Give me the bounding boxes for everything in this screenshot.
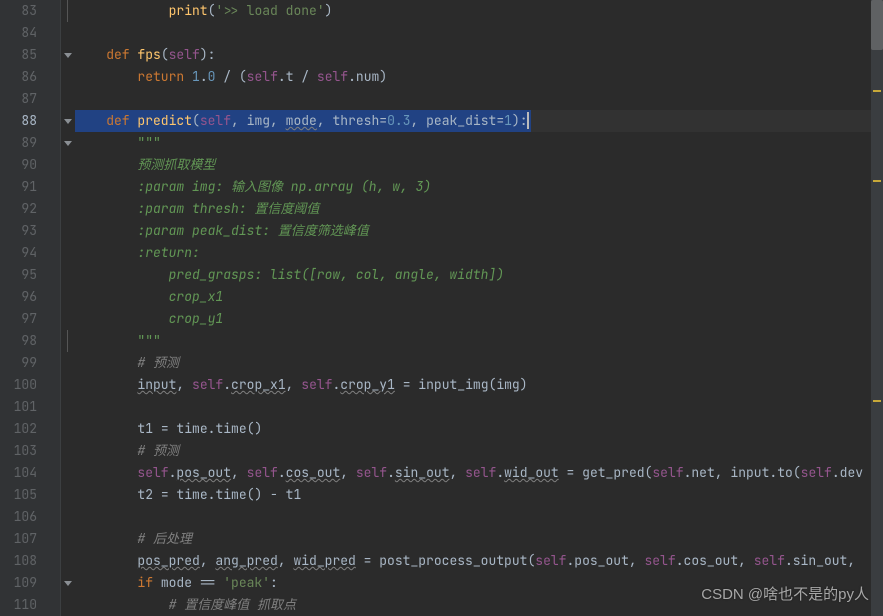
line-number: 109 xyxy=(0,572,37,594)
line-number: 106 xyxy=(0,506,37,528)
line-number: 98 xyxy=(0,330,37,352)
fold-toggle-icon[interactable] xyxy=(64,51,72,59)
code-line[interactable]: :return: xyxy=(75,242,883,264)
code-line[interactable] xyxy=(75,22,883,44)
code-line[interactable] xyxy=(75,88,883,110)
code-line[interactable]: # 后处理 xyxy=(75,528,883,550)
code-line[interactable]: def predict(self, img, mode, thresh=0.3,… xyxy=(75,110,883,132)
code-line[interactable]: crop_y1 xyxy=(75,308,883,330)
code-line[interactable] xyxy=(75,396,883,418)
line-number: 96 xyxy=(0,286,37,308)
line-number: 108 xyxy=(0,550,37,572)
code-line[interactable]: :param img: 输入图像 np.array (h, w, 3) xyxy=(75,176,883,198)
code-line[interactable]: :param peak_dist: 置信度筛选峰值 xyxy=(75,220,883,242)
code-line[interactable]: """ xyxy=(75,330,883,352)
fold-gutter[interactable] xyxy=(61,0,75,616)
code-line[interactable]: """ xyxy=(75,132,883,154)
code-line[interactable]: t2 = time.time() - t1 xyxy=(75,484,883,506)
line-number: 89 xyxy=(0,132,37,154)
warning-mark[interactable] xyxy=(873,90,881,92)
line-number: 101 xyxy=(0,396,37,418)
code-line[interactable]: t1 = time.time() xyxy=(75,418,883,440)
line-number: 102 xyxy=(0,418,37,440)
line-number-gutter: 8384858687888990919293949596979899100101… xyxy=(0,0,47,616)
code-line[interactable]: # 预测 xyxy=(75,440,883,462)
watermark-text: CSDN @啥也不是的py人 xyxy=(701,584,869,606)
line-number: 85 xyxy=(0,44,37,66)
line-number: 92 xyxy=(0,198,37,220)
vcs-marks-gutter xyxy=(47,0,61,616)
line-number: 86 xyxy=(0,66,37,88)
fold-toggle-icon[interactable] xyxy=(64,579,72,587)
line-number: 110 xyxy=(0,594,37,616)
line-number: 90 xyxy=(0,154,37,176)
line-number: 100 xyxy=(0,374,37,396)
code-line[interactable]: pos_pred, ang_pred, wid_pred = post_proc… xyxy=(75,550,883,572)
code-line[interactable]: print('>> load done') xyxy=(75,0,883,22)
warning-mark[interactable] xyxy=(873,180,881,182)
code-line[interactable]: # 预测 xyxy=(75,352,883,374)
line-number: 91 xyxy=(0,176,37,198)
line-number: 104 xyxy=(0,462,37,484)
code-line[interactable]: self.pos_out, self.cos_out, self.sin_out… xyxy=(75,462,883,484)
code-line[interactable]: input, self.crop_x1, self.crop_y1 = inpu… xyxy=(75,374,883,396)
code-line[interactable]: def fps(self): xyxy=(75,44,883,66)
line-number: 99 xyxy=(0,352,37,374)
line-number: 95 xyxy=(0,264,37,286)
code-line[interactable]: pred_grasps: list([row, col, angle, widt… xyxy=(75,264,883,286)
code-line[interactable]: crop_x1 xyxy=(75,286,883,308)
fold-toggle-icon[interactable] xyxy=(64,139,72,147)
line-number: 105 xyxy=(0,484,37,506)
scrollbar-track[interactable] xyxy=(871,0,883,616)
code-line[interactable] xyxy=(75,506,883,528)
code-area[interactable]: print('>> load done') def fps(self): ret… xyxy=(75,0,883,616)
line-number: 107 xyxy=(0,528,37,550)
line-number: 84 xyxy=(0,22,37,44)
line-number: 83 xyxy=(0,0,37,22)
warning-mark[interactable] xyxy=(873,400,881,402)
line-number: 94 xyxy=(0,242,37,264)
line-number: 88 xyxy=(0,110,37,132)
fold-toggle-icon[interactable] xyxy=(64,117,72,125)
code-line[interactable]: return 1.0 / (self.t / self.num) xyxy=(75,66,883,88)
code-line[interactable]: 预测抓取模型 xyxy=(75,154,883,176)
code-editor[interactable]: 8384858687888990919293949596979899100101… xyxy=(0,0,883,616)
code-line[interactable]: :param thresh: 置信度阈值 xyxy=(75,198,883,220)
scrollbar-thumb[interactable] xyxy=(871,0,883,50)
line-number: 97 xyxy=(0,308,37,330)
line-number: 87 xyxy=(0,88,37,110)
line-number: 93 xyxy=(0,220,37,242)
line-number: 103 xyxy=(0,440,37,462)
